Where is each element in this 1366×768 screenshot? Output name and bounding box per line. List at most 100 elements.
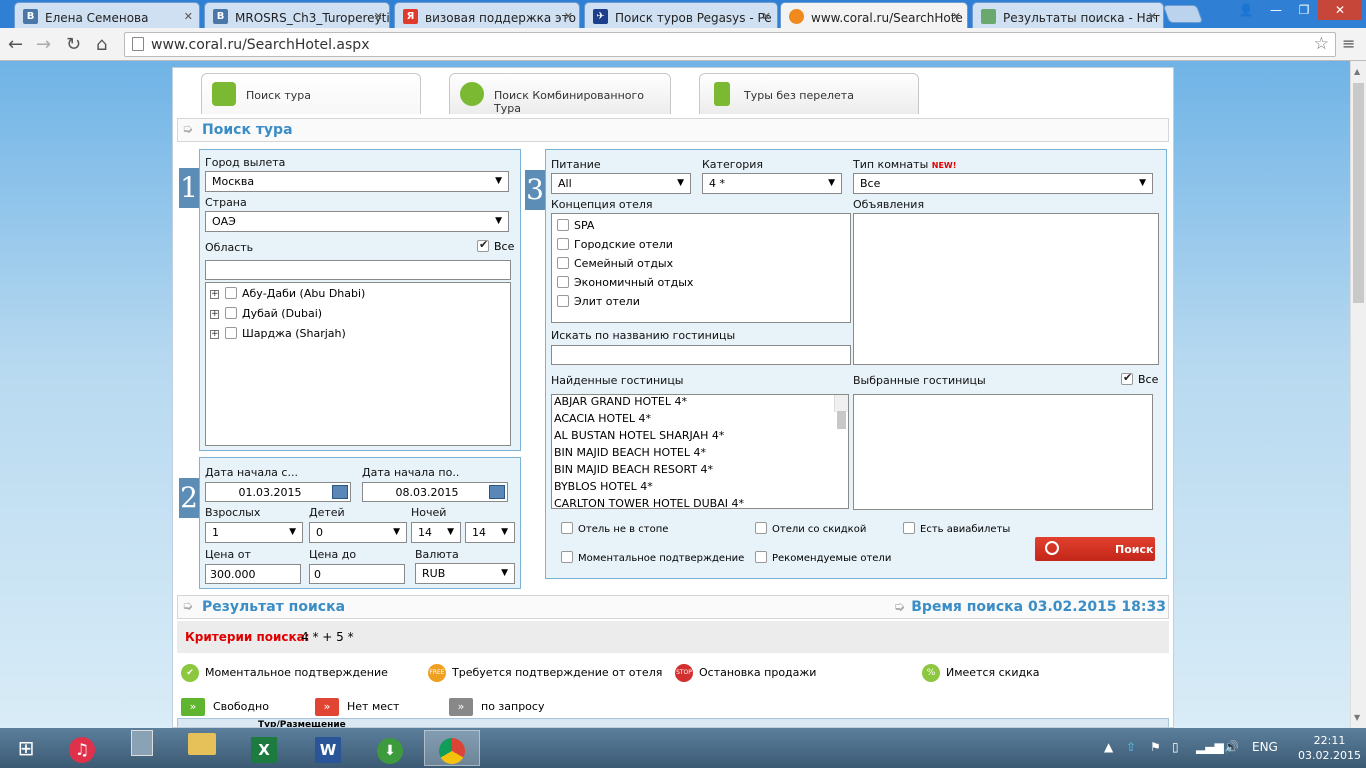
file-explorer-icon[interactable] [174, 730, 230, 766]
flag-icon[interactable]: ⚑ [1150, 740, 1161, 754]
tab-no-flight[interactable]: Туры без перелета [699, 73, 919, 114]
chrome-icon[interactable] [424, 730, 480, 766]
adults-select[interactable]: 1 ▼ [205, 522, 303, 543]
battery-icon[interactable]: ▯ [1172, 740, 1179, 754]
menu-icon[interactable]: ≡ [1342, 34, 1355, 53]
clock[interactable]: 22:11 03.02.2015 [1298, 733, 1361, 763]
hotel-item[interactable]: ABJAR GRAND HOTEL 4* [552, 395, 848, 412]
hotel-item[interactable]: BIN MAJID BEACH HOTEL 4* [552, 446, 848, 463]
close-icon[interactable]: ✕ [374, 10, 383, 23]
hotel-item[interactable]: ACACIA HOTEL 4* [552, 412, 848, 429]
date-to-input[interactable]: 08.03.2015 [362, 482, 508, 502]
found-hotels-list[interactable]: ABJAR GRAND HOTEL 4* ACACIA HOTEL 4* AL … [551, 394, 849, 509]
checkbox[interactable] [755, 551, 767, 563]
hotel-item[interactable]: BYBLOS HOTEL 4* [552, 480, 848, 497]
checkbox[interactable] [561, 551, 573, 563]
nights-to-select[interactable]: 14 ▼ [465, 522, 515, 543]
search-button[interactable]: Поиск [1035, 537, 1155, 561]
language-indicator[interactable]: ENG [1252, 740, 1278, 754]
hotel-search-input[interactable] [551, 345, 851, 365]
volume-icon[interactable]: 🔊 [1224, 740, 1239, 754]
hotel-item[interactable]: CARLTON TOWER HOTEL DUBAI 4* [552, 497, 848, 508]
checkbox[interactable] [557, 295, 569, 307]
meal-select[interactable]: All ▼ [551, 173, 691, 194]
calculator-icon[interactable] [114, 730, 170, 766]
page-scrollbar[interactable]: ▲ ▼ [1350, 61, 1366, 728]
expand-icon[interactable]: + [210, 309, 219, 319]
scroll-thumb[interactable] [1353, 83, 1364, 303]
list-scrollbar[interactable] [834, 395, 848, 429]
windows-start-icon[interactable]: ⊞ [0, 730, 52, 766]
category-select[interactable]: 4 * ▼ [702, 173, 842, 194]
checkbox[interactable] [557, 276, 569, 288]
checkbox[interactable] [225, 307, 237, 319]
concept-item[interactable]: Семейный отдых [557, 257, 673, 270]
calendar-icon[interactable] [489, 485, 505, 499]
close-icon[interactable]: ✕ [762, 10, 771, 23]
url-field[interactable]: www.coral.ru/SearchHotel.aspx ☆ [124, 32, 1336, 57]
browser-tab-3[interactable]: Я визовая поддержка это – ✕ [394, 2, 580, 28]
tab-combined-tour[interactable]: Поиск Комбинированного Тура [449, 73, 671, 115]
close-icon[interactable]: ✕ [564, 10, 573, 23]
checkbox[interactable] [225, 327, 237, 339]
concept-item[interactable]: Элит отели [557, 295, 640, 308]
forward-icon[interactable]: → [36, 34, 51, 55]
home-icon[interactable]: ⌂ [96, 34, 107, 55]
filter-discount[interactable]: Отели со скидкой [755, 522, 866, 535]
concept-item[interactable]: Экономичный отдых [557, 276, 693, 289]
browser-tab-2[interactable]: В MROSRS_Ch3_Turopereyti ✕ [204, 2, 390, 28]
upload-icon[interactable]: ⇧ [1126, 740, 1136, 754]
checkbox[interactable] [755, 522, 767, 534]
selected-all-checkbox[interactable]: Все [1121, 371, 1158, 386]
price-to-input[interactable]: 0 [309, 564, 405, 584]
filter-not-in-stop[interactable]: Отель не в стопе [561, 522, 668, 535]
concept-item[interactable]: SPA [557, 219, 594, 232]
calendar-icon[interactable] [332, 485, 348, 499]
itunes-icon[interactable]: ♫ [54, 730, 110, 766]
region-item[interactable]: + Абу-Даби (Abu Dhabi) [210, 287, 365, 300]
maximize-button[interactable]: ❐ [1290, 0, 1318, 20]
selected-hotels-list[interactable] [853, 394, 1153, 510]
excel-icon[interactable]: X [236, 730, 292, 766]
scroll-thumb[interactable] [837, 411, 846, 429]
hotel-item[interactable]: BIN MAJID BEACH RESORT 4* [552, 463, 848, 480]
expand-icon[interactable]: + [210, 289, 219, 299]
new-tab-button[interactable] [1162, 5, 1204, 23]
region-item[interactable]: + Шарджа (Sharjah) [210, 327, 346, 340]
region-item[interactable]: + Дубай (Dubai) [210, 307, 322, 320]
checkbox[interactable] [225, 287, 237, 299]
checkbox[interactable] [1121, 371, 1133, 385]
nights-from-select[interactable]: 14 ▼ [411, 522, 461, 543]
reload-icon[interactable]: ↻ [66, 34, 81, 55]
minimize-button[interactable]: — [1262, 0, 1290, 20]
departure-select[interactable]: Москва ▼ [205, 171, 509, 192]
filter-recommended[interactable]: Рекомендуемые отели [755, 551, 891, 564]
checkbox[interactable] [561, 522, 573, 534]
close-window-button[interactable]: ✕ [1318, 0, 1362, 20]
country-select[interactable]: ОАЭ ▼ [205, 211, 509, 232]
close-icon[interactable]: ✕ [1148, 10, 1157, 23]
hotel-item[interactable]: AL BUSTAN HOTEL SHARJAH 4* [552, 429, 848, 446]
checkbox[interactable] [903, 522, 915, 534]
region-filter-input[interactable] [205, 260, 511, 280]
back-icon[interactable]: ← [8, 34, 23, 55]
close-icon[interactable]: ✕ [184, 10, 193, 23]
close-icon[interactable]: ✕ [952, 10, 961, 23]
browser-tab-6[interactable]: Результаты поиска - Нат ✕ [972, 2, 1164, 28]
concept-item[interactable]: Городские отели [557, 238, 673, 251]
tab-tour-search[interactable]: Поиск тура [201, 73, 421, 114]
region-all-checkbox[interactable]: Все [477, 238, 514, 253]
scroll-up-icon[interactable]: ▲ [1354, 67, 1360, 76]
word-icon[interactable]: W [300, 730, 356, 766]
checkbox[interactable] [557, 257, 569, 269]
bookmark-star-icon[interactable]: ☆ [1314, 34, 1329, 54]
browser-tab-4[interactable]: ✈ Поиск туров Pegasys - Pe ✕ [584, 2, 778, 28]
filter-tickets[interactable]: Есть авиабилеты [903, 522, 1010, 535]
browser-tab-1[interactable]: В Елена Семенова ✕ [14, 2, 200, 28]
browser-tab-5[interactable]: www.coral.ru/SearchHote ✕ [780, 2, 968, 28]
scroll-down-icon[interactable]: ▼ [1354, 713, 1360, 722]
currency-select[interactable]: RUB ▼ [415, 563, 515, 584]
filter-instant-confirm[interactable]: Моментальное подтверждение [561, 551, 744, 564]
download-manager-icon[interactable]: ⬇ [362, 730, 418, 766]
room-type-select[interactable]: Все ▼ [853, 173, 1153, 194]
